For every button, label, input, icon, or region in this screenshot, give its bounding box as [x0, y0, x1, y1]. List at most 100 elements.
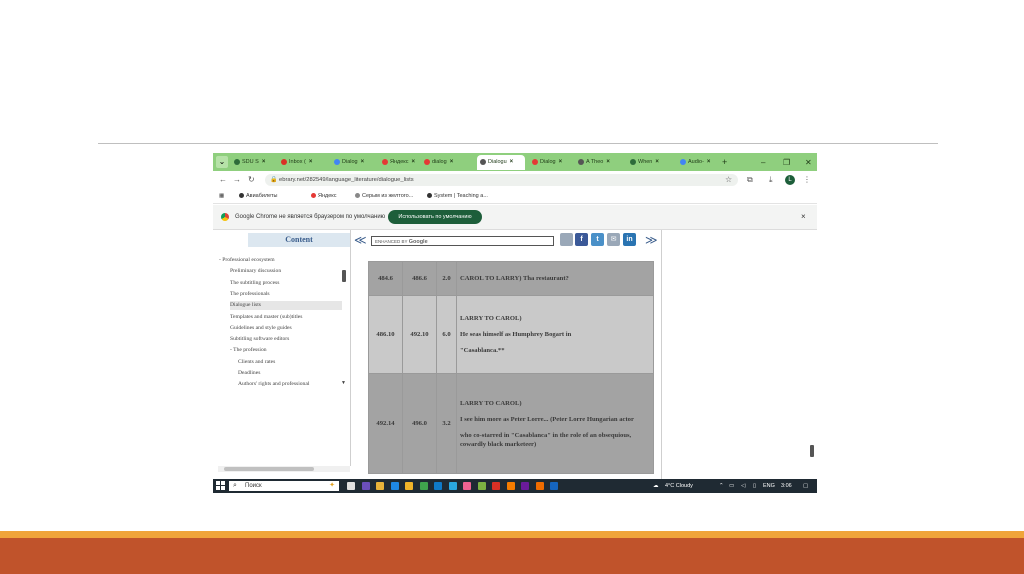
- browser-tab[interactable]: Inbox (×: [278, 155, 328, 170]
- tab-close-icon[interactable]: ×: [309, 159, 313, 165]
- sidebar-scrollbar[interactable]: [342, 270, 346, 282]
- bookmark-item[interactable]: Яндекс: [311, 191, 337, 201]
- tab-close-icon[interactable]: ×: [510, 159, 514, 165]
- email-icon[interactable]: ✉: [607, 233, 620, 246]
- notifications-icon[interactable]: ▢: [803, 481, 808, 491]
- tab-close-icon[interactable]: ×: [707, 159, 711, 165]
- taskbar-app-icon[interactable]: [477, 482, 486, 490]
- taskbar-app-icon[interactable]: [390, 482, 399, 490]
- linkedin-icon[interactable]: in: [623, 233, 636, 246]
- sidebar-item[interactable]: Templates and master (sub)titles: [230, 313, 340, 322]
- tab-close-icon[interactable]: ×: [559, 159, 563, 165]
- bookmark-item[interactable]: Серым из желтого...: [355, 191, 413, 201]
- windows-start-icon[interactable]: [216, 481, 225, 490]
- bookmarks-bar: ▦ Авиабилеты Яндекс Серым из желтого... Sys…: [213, 189, 817, 204]
- tab-close-icon[interactable]: ×: [655, 159, 659, 165]
- duration-cell: 6.0: [436, 295, 457, 374]
- browser-tab[interactable]: Dialog ×: [331, 155, 376, 170]
- infobar-close-icon[interactable]: ×: [801, 211, 806, 223]
- browser-tab[interactable]: Audio- ×: [677, 155, 719, 170]
- sidebar-item[interactable]: The professionals: [230, 290, 340, 299]
- site-search-input[interactable]: ENHANCED BY Google: [371, 236, 554, 246]
- weather-icon[interactable]: ☁: [653, 481, 659, 491]
- battery-icon[interactable]: ▯: [753, 481, 756, 491]
- tab-close-icon[interactable]: ×: [606, 159, 610, 165]
- sidebar-item[interactable]: - The profession: [230, 346, 340, 355]
- tray-chevron-icon[interactable]: ⌃: [719, 481, 724, 491]
- taskbar-app-icon[interactable]: [405, 482, 413, 490]
- network-icon[interactable]: ▭: [729, 481, 734, 491]
- sidebar-item[interactable]: Guidelines and style guides: [230, 324, 340, 333]
- url-field[interactable]: 🔒 ebrary.net/282549/language_literature/…: [265, 174, 738, 186]
- taskbar-app-icon[interactable]: [347, 482, 355, 490]
- browser-tab[interactable]: dialog ×: [421, 155, 472, 170]
- duration-cell: 2.0: [436, 261, 457, 296]
- restore-icon[interactable]: ❐: [783, 155, 790, 170]
- taskbar-app-icon[interactable]: [361, 482, 370, 490]
- facebook-icon[interactable]: f: [575, 233, 588, 246]
- clock[interactable]: 3:06: [781, 481, 792, 491]
- bookmark-item[interactable]: System | Teaching a...: [427, 191, 488, 201]
- browser-tab[interactable]: Dialogu ×: [477, 155, 525, 170]
- bookmark-item[interactable]: Авиабилеты: [239, 191, 278, 201]
- sidebar-item[interactable]: Dialogue lists: [230, 301, 342, 311]
- sidebar-item[interactable]: The subtitling process: [230, 279, 340, 288]
- taskbar-app-icon[interactable]: [521, 482, 529, 490]
- browser-tab[interactable]: A Theo ×: [575, 155, 623, 170]
- download-icon[interactable]: ⤓: [769, 174, 773, 186]
- prev-page-icon[interactable]: ≪: [354, 234, 367, 246]
- taskbar-app-icon[interactable]: [376, 482, 384, 490]
- chevron-down-icon[interactable]: ⌄: [216, 156, 228, 168]
- taskbar-search[interactable]: ⌕ Поиск ✦: [229, 481, 339, 491]
- scroll-thumb[interactable]: [224, 467, 314, 471]
- extensions-icon[interactable]: ⧉: [747, 174, 753, 186]
- forward-icon[interactable]: →: [233, 174, 241, 186]
- language-indicator[interactable]: ENG: [763, 481, 775, 491]
- taskbar-app-icon[interactable]: [463, 482, 471, 490]
- page-scrollbar[interactable]: [810, 445, 814, 457]
- tab-close-icon[interactable]: ×: [361, 159, 365, 165]
- star-icon[interactable]: ☆: [725, 174, 732, 186]
- browser-tab[interactable]: Dialog ×: [529, 155, 571, 170]
- twitter-icon[interactable]: t: [591, 233, 604, 246]
- tab-close-icon[interactable]: ×: [262, 159, 266, 165]
- start-time-cell: 484.6: [368, 261, 403, 296]
- taskbar-app-icon[interactable]: [419, 482, 428, 490]
- kebab-menu-icon[interactable]: ⋮: [803, 174, 811, 186]
- taskbar-app-icon[interactable]: [448, 482, 457, 490]
- sidebar-item[interactable]: Clients and rates: [238, 358, 348, 367]
- taskbar-app-icon[interactable]: [535, 482, 544, 490]
- taskbar-app-icon[interactable]: [506, 482, 515, 490]
- end-time-cell: 496.0: [402, 373, 437, 474]
- weather-text[interactable]: 4°C Cloudy: [665, 481, 693, 491]
- sidebar-item[interactable]: Preliminary discussion: [230, 267, 340, 276]
- sidebar-item[interactable]: Deadlines: [238, 369, 348, 378]
- browser-tab[interactable]: Яндекс ×: [379, 155, 419, 170]
- sidebar-item[interactable]: - Professional ecosystem: [219, 256, 329, 265]
- tab-strip: ⌄ SDU S × Inbox (× Dialog × Яндекс × dialog × Dia…: [213, 153, 817, 171]
- apps-grid-icon[interactable]: ▦: [219, 191, 224, 201]
- tab-close-icon[interactable]: ×: [412, 159, 416, 165]
- tab-close-icon[interactable]: ×: [450, 159, 454, 165]
- volume-icon[interactable]: ◁: [741, 481, 745, 491]
- back-icon[interactable]: ←: [219, 174, 227, 186]
- avatar[interactable]: L: [785, 175, 795, 185]
- browser-tab[interactable]: When ×: [627, 155, 673, 170]
- chrome-icon: [221, 213, 229, 221]
- taskbar-app-icon[interactable]: [492, 482, 500, 490]
- sidebar-item[interactable]: Authors' rights and professional: [238, 380, 348, 389]
- page-content: Content - Professional ecosystem Prelimin…: [213, 230, 817, 480]
- new-tab-button[interactable]: +: [722, 155, 727, 170]
- bookmark-icon[interactable]: [560, 233, 573, 246]
- set-default-button[interactable]: Использовать по умолчанию: [388, 210, 482, 224]
- sidebar-item[interactable]: Subtitling software editors: [230, 335, 340, 344]
- browser-tab[interactable]: SDU S ×: [231, 155, 275, 170]
- sidebar-horizontal-scrollbar[interactable]: [218, 466, 350, 472]
- minimize-icon[interactable]: –: [761, 155, 765, 170]
- sidebar-scroll-down-icon[interactable]: ▼: [341, 380, 346, 386]
- taskbar-app-icon[interactable]: [434, 482, 442, 490]
- reload-icon[interactable]: ↻: [248, 174, 255, 186]
- next-page-icon[interactable]: ≫: [645, 234, 658, 246]
- close-window-icon[interactable]: ✕: [805, 155, 812, 170]
- taskbar-app-icon[interactable]: [550, 482, 558, 490]
